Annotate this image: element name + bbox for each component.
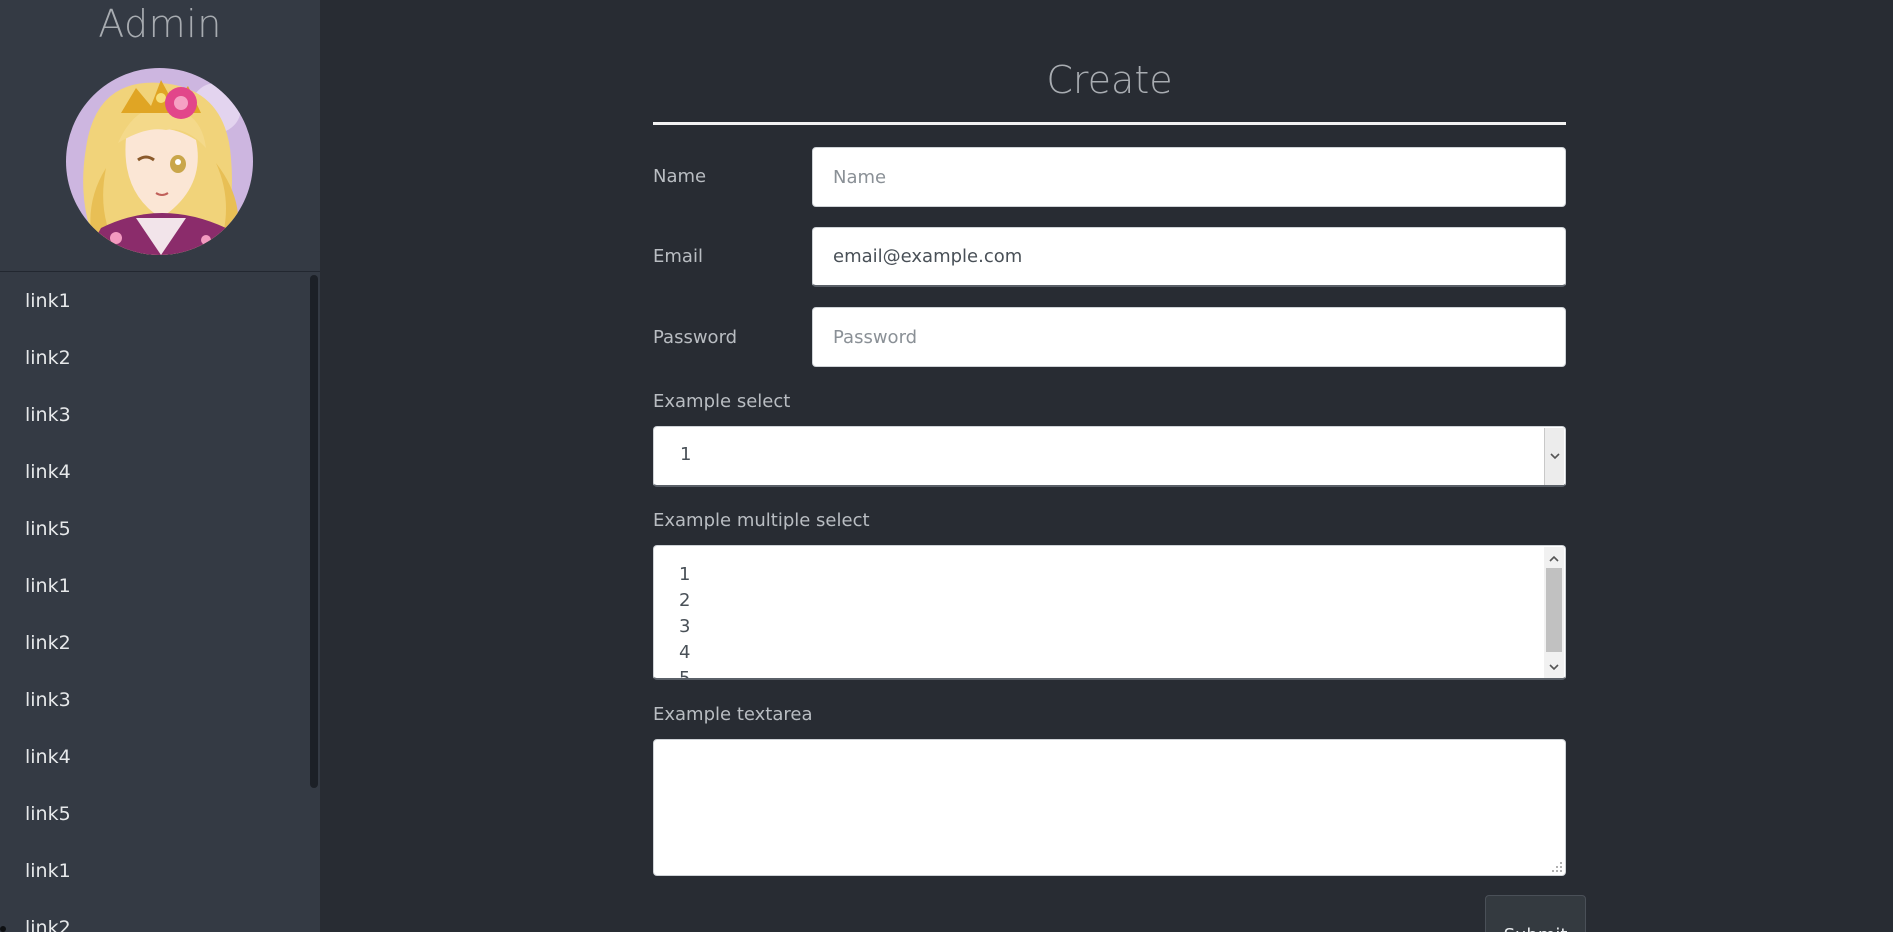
sidebar: Admin link1 link2 link3 link4 link5 link… bbox=[0, 0, 320, 932]
sidebar-header: Admin bbox=[0, 0, 320, 272]
submit-button[interactable]: Submit bbox=[1485, 895, 1586, 932]
sidebar-item-link4[interactable]: link4 bbox=[0, 729, 300, 786]
avatar bbox=[66, 68, 253, 255]
sidebar-item-link3[interactable]: link3 bbox=[0, 672, 300, 729]
sidebar-item-link2[interactable]: link2 bbox=[0, 330, 300, 387]
sidebar-title: Admin bbox=[98, 2, 222, 46]
submit-area: Submit bbox=[653, 0, 1893, 932]
sidebar-item-link5[interactable]: link5 bbox=[0, 501, 300, 558]
sidebar-corner-dot bbox=[0, 926, 6, 932]
sidebar-nav: link1 link2 link3 link4 link5 link1 link… bbox=[0, 273, 320, 932]
sidebar-item-link2[interactable]: link2 bbox=[0, 900, 300, 932]
main-content: Create Name Email Password Example selec… bbox=[320, 0, 1893, 932]
sidebar-item-link2[interactable]: link2 bbox=[0, 615, 300, 672]
sidebar-item-link4[interactable]: link4 bbox=[0, 444, 300, 501]
sidebar-item-link3[interactable]: link3 bbox=[0, 387, 300, 444]
sidebar-item-link5[interactable]: link5 bbox=[0, 786, 300, 843]
sidebar-item-link1[interactable]: link1 bbox=[0, 843, 300, 900]
sidebar-item-link1[interactable]: link1 bbox=[0, 273, 300, 330]
sidebar-item-link1[interactable]: link1 bbox=[0, 558, 300, 615]
sidebar-scrollbar[interactable] bbox=[310, 275, 318, 788]
